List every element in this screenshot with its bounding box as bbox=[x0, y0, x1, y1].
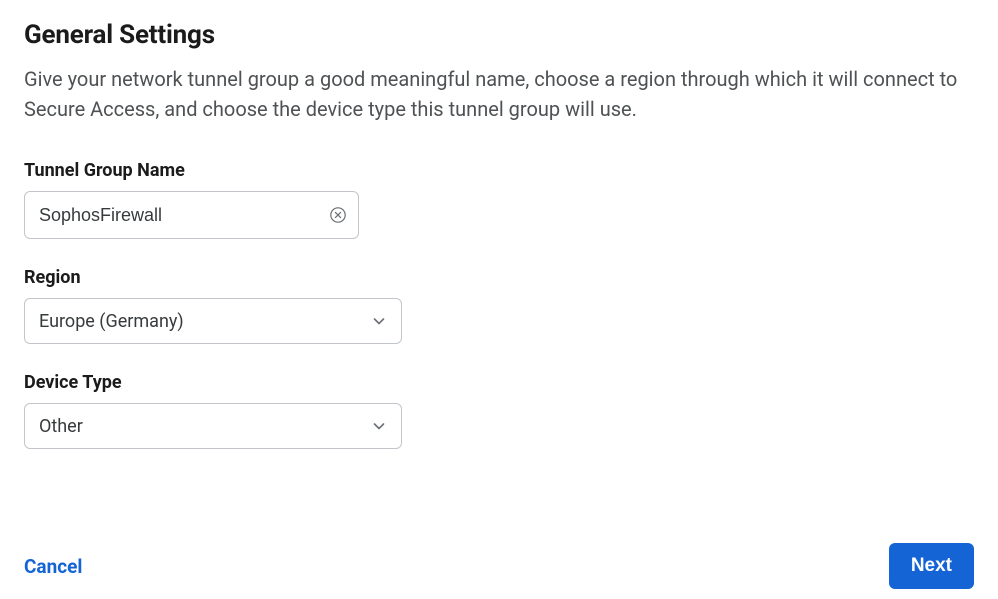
tunnel-group-name-label: Tunnel Group Name bbox=[24, 160, 974, 181]
region-select-value: Europe (Germany) bbox=[39, 311, 184, 332]
chevron-down-icon bbox=[371, 313, 387, 329]
device-type-select[interactable]: Other bbox=[24, 403, 402, 449]
region-select[interactable]: Europe (Germany) bbox=[24, 298, 402, 344]
page-title: General Settings bbox=[24, 20, 974, 50]
close-circle-icon bbox=[329, 206, 347, 224]
tunnel-group-name-input[interactable] bbox=[24, 191, 359, 239]
clear-input-button[interactable] bbox=[327, 204, 349, 226]
device-type-label: Device Type bbox=[24, 372, 974, 393]
device-type-field: Device Type Other bbox=[24, 372, 974, 449]
footer-actions: Cancel Next bbox=[24, 543, 974, 589]
device-type-select-value: Other bbox=[39, 416, 83, 437]
page-description: Give your network tunnel group a good me… bbox=[24, 64, 974, 124]
cancel-button[interactable]: Cancel bbox=[24, 555, 82, 578]
region-field: Region Europe (Germany) bbox=[24, 267, 974, 344]
region-label: Region bbox=[24, 267, 974, 288]
tunnel-group-name-field: Tunnel Group Name bbox=[24, 160, 974, 239]
next-button[interactable]: Next bbox=[889, 543, 974, 589]
chevron-down-icon bbox=[371, 418, 387, 434]
tunnel-group-name-input-wrap bbox=[24, 191, 359, 239]
general-settings-panel: General Settings Give your network tunne… bbox=[0, 0, 998, 599]
